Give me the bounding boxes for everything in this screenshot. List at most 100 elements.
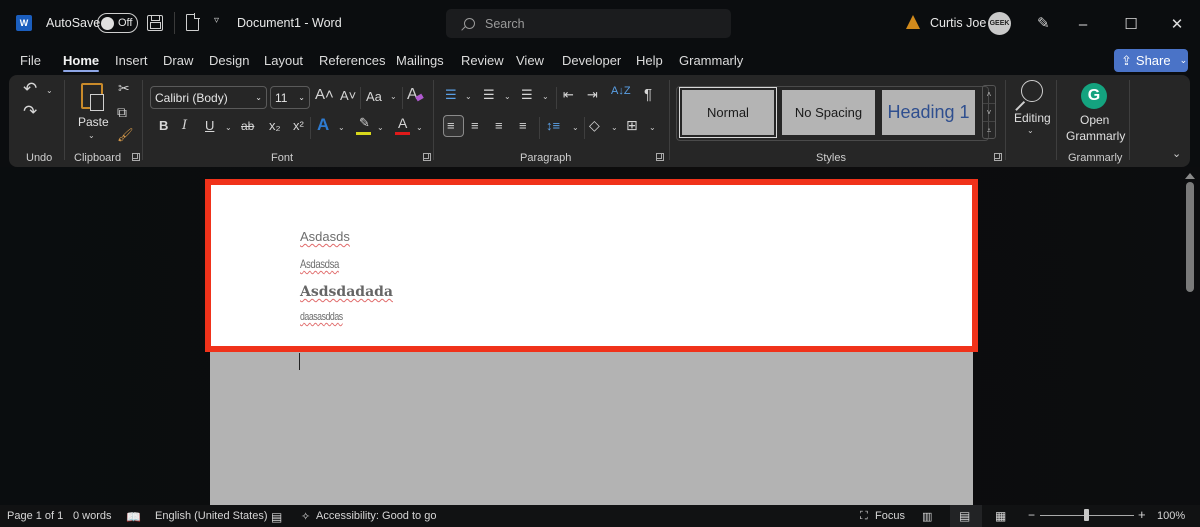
paste-chevron-icon[interactable]: ⌄: [88, 131, 95, 140]
shrink-font-icon[interactable]: A˅: [340, 89, 356, 102]
copy-icon[interactable]: ⧉: [117, 105, 127, 119]
font-color-icon[interactable]: A: [398, 116, 407, 130]
minimize-button[interactable]: –: [1069, 10, 1097, 38]
chevron-down-icon[interactable]: ⌄: [225, 123, 232, 132]
new-document-icon[interactable]: [186, 13, 200, 31]
align-right-button[interactable]: ≡: [495, 119, 503, 132]
tab-developer[interactable]: Developer: [562, 53, 621, 68]
designer-pen-icon[interactable]: ✎: [1037, 14, 1055, 32]
zoom-slider-thumb[interactable]: [1084, 509, 1089, 521]
tab-view[interactable]: View: [516, 53, 544, 68]
chevron-down-icon[interactable]: ⌄: [504, 92, 511, 101]
user-name[interactable]: Curtis Joe: [930, 16, 986, 30]
format-painter-icon[interactable]: 🖌: [117, 128, 134, 141]
strikethrough-button[interactable]: ab: [241, 120, 254, 132]
text-predictions-icon[interactable]: ▤: [271, 510, 282, 524]
paragraph-launcher-icon[interactable]: [656, 153, 664, 161]
tab-review[interactable]: Review: [461, 53, 504, 68]
shading-icon[interactable]: ◇: [589, 118, 600, 132]
zoom-out-button[interactable]: −: [1028, 508, 1035, 522]
zoom-in-button[interactable]: +: [1138, 507, 1146, 522]
language[interactable]: English (United States): [155, 510, 268, 522]
maximize-button[interactable]: ☐: [1117, 10, 1145, 38]
close-button[interactable]: ✕: [1163, 10, 1191, 38]
clear-formatting-icon[interactable]: A: [407, 87, 418, 103]
line-spacing-icon[interactable]: ↕≡: [546, 119, 560, 132]
tab-mailings[interactable]: Mailings: [396, 53, 444, 68]
tab-design[interactable]: Design: [209, 53, 249, 68]
tab-grammarly[interactable]: Grammarly: [679, 53, 743, 68]
tab-draw[interactable]: Draw: [163, 53, 193, 68]
tab-home[interactable]: Home: [63, 53, 100, 72]
underline-button[interactable]: U: [205, 119, 214, 132]
web-layout-icon[interactable]: ▦: [995, 509, 1006, 523]
decrease-indent-icon[interactable]: ⇤: [563, 88, 574, 101]
scroll-up-icon[interactable]: [1185, 173, 1195, 179]
focus-button[interactable]: Focus: [875, 510, 905, 522]
page-count[interactable]: Page 1 of 1: [7, 510, 63, 522]
multilevel-list-icon[interactable]: ☰: [521, 88, 533, 101]
chevron-down-icon[interactable]: ⌄: [416, 123, 423, 132]
save-icon[interactable]: [147, 15, 163, 31]
editing-button[interactable]: Editing: [1014, 111, 1051, 125]
gallery-more-icon[interactable]: ⩡: [983, 122, 995, 140]
increase-indent-icon[interactable]: ⇥: [587, 88, 598, 101]
cut-icon[interactable]: ✂: [118, 81, 130, 95]
document-line[interactable]: Asdsdadada: [300, 284, 393, 300]
chevron-down-icon[interactable]: ⌄: [572, 123, 579, 132]
tab-insert[interactable]: Insert: [115, 53, 148, 68]
style-no-spacing[interactable]: No Spacing: [782, 90, 875, 135]
font-name-dropdown[interactable]: Calibri (Body) ⌄: [150, 86, 267, 109]
text-effects-icon[interactable]: A: [317, 116, 329, 133]
autosave-toggle[interactable]: Off: [97, 13, 138, 33]
open-grammarly-line2[interactable]: Grammarly: [1066, 129, 1125, 143]
open-grammarly-line1[interactable]: Open: [1080, 113, 1109, 127]
font-launcher-icon[interactable]: [423, 153, 431, 161]
justify-button[interactable]: ≡: [519, 119, 527, 132]
clipboard-launcher-icon[interactable]: [132, 153, 140, 161]
paste-button[interactable]: Paste: [78, 115, 109, 129]
tab-help[interactable]: Help: [636, 53, 663, 68]
document-line[interactable]: Asdasds: [300, 229, 350, 244]
bullets-icon[interactable]: ☰: [445, 88, 457, 101]
tab-file[interactable]: File: [20, 53, 41, 68]
redo-icon[interactable]: ↷: [23, 103, 37, 120]
chevron-down-icon[interactable]: ⌄: [1027, 126, 1034, 135]
align-center-button[interactable]: ≡: [471, 119, 479, 132]
styles-launcher-icon[interactable]: [994, 153, 1002, 161]
tab-references[interactable]: References: [319, 53, 385, 68]
undo-chevron-icon[interactable]: ⌄: [46, 86, 53, 95]
chevron-down-icon[interactable]: ⌄: [649, 123, 656, 132]
superscript-button[interactable]: x²: [293, 119, 304, 132]
chevron-down-icon[interactable]: ⌄: [542, 92, 549, 101]
tab-layout[interactable]: Layout: [264, 53, 303, 68]
read-mode-icon[interactable]: ▥: [922, 510, 932, 523]
proofing-icon[interactable]: 📖: [126, 510, 141, 524]
search-box[interactable]: Search: [446, 9, 731, 38]
change-case-icon[interactable]: Aa: [366, 90, 382, 103]
chevron-down-icon[interactable]: ⌄: [611, 123, 618, 132]
italic-button[interactable]: I: [182, 119, 187, 132]
grow-font-icon[interactable]: A˄: [315, 87, 334, 102]
collapse-ribbon-icon[interactable]: ⌄: [1172, 147, 1181, 160]
style-heading-1[interactable]: Heading 1: [882, 90, 975, 135]
customize-qat-chevron-icon[interactable]: ▿: [214, 15, 219, 26]
show-formatting-icon[interactable]: ¶: [644, 87, 652, 102]
chevron-down-icon[interactable]: ⌄: [338, 123, 345, 132]
gallery-up-icon[interactable]: ˄: [983, 86, 995, 104]
accessibility-status[interactable]: Accessibility: Good to go: [316, 510, 436, 522]
chevron-down-icon[interactable]: ⌄: [377, 123, 384, 132]
share-button[interactable]: ⇪ Share ⌄: [1114, 49, 1188, 72]
document-line[interactable]: daasasddas: [300, 311, 343, 323]
vertical-scrollbar[interactable]: [1186, 182, 1194, 292]
paste-icon[interactable]: [81, 83, 104, 111]
style-normal[interactable]: Normal: [679, 87, 777, 138]
borders-icon[interactable]: ⊞: [626, 118, 638, 132]
chevron-down-icon[interactable]: ⌄: [465, 92, 472, 101]
word-count[interactable]: 0 words: [73, 510, 112, 522]
warning-icon[interactable]: [906, 15, 920, 29]
subscript-button[interactable]: x₂: [269, 119, 281, 132]
styles-gallery-scroll[interactable]: ˄ ˅ ⩡: [982, 85, 996, 139]
chevron-down-icon[interactable]: ⌄: [390, 92, 397, 101]
document-line[interactable]: Asdasdsa: [300, 257, 339, 271]
